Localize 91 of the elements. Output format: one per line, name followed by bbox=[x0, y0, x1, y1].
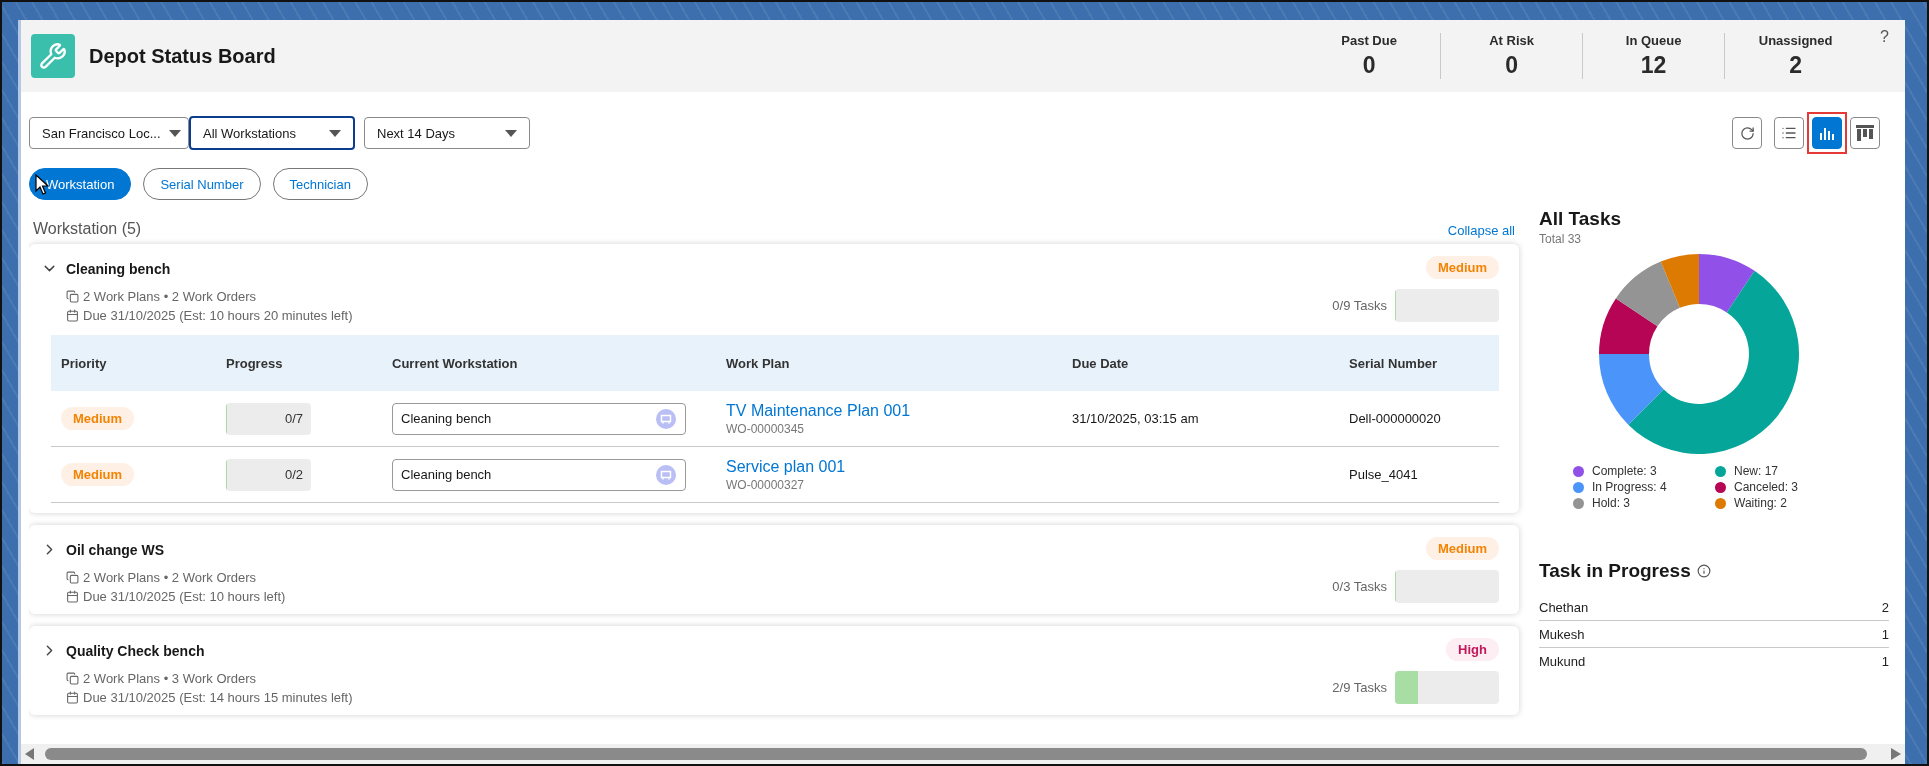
task-count: 0/3 Tasks bbox=[1332, 579, 1387, 594]
task-count: 0/9 Tasks bbox=[1332, 298, 1387, 313]
technician-name: Chethan bbox=[1539, 600, 1589, 615]
info-icon[interactable] bbox=[1696, 564, 1711, 578]
help-link[interactable]: ? bbox=[1880, 28, 1889, 46]
scroll-left-icon[interactable] bbox=[25, 748, 35, 760]
task-count: 1 bbox=[1881, 654, 1889, 669]
scroll-right-icon[interactable] bbox=[1891, 748, 1901, 760]
legend-label: Waiting: 2 bbox=[1734, 496, 1787, 510]
serial-number-cell-text: Pulse_4041 bbox=[1349, 467, 1419, 482]
view-toggle-button[interactable] bbox=[1774, 117, 1804, 149]
column-header: Current Workstation bbox=[392, 355, 519, 371]
priority-badge: Medium bbox=[61, 407, 135, 430]
serial-number-cell-text: Dell-000000020 bbox=[1349, 411, 1442, 426]
stat-label: Unassigned bbox=[1758, 33, 1833, 48]
column-header: Serial Number bbox=[1349, 355, 1439, 371]
group-by-chip[interactable]: Serial Number bbox=[143, 168, 261, 200]
workstation-icon bbox=[656, 408, 676, 429]
column-header: Progress bbox=[226, 355, 284, 371]
documents-icon bbox=[66, 290, 79, 303]
column-header: Due Date bbox=[1072, 355, 1130, 371]
due-text: Due 31/10/2025 (Est: 10 hours 20 minutes left) bbox=[83, 308, 353, 323]
group-by-chip[interactable]: Technician bbox=[272, 168, 368, 200]
workstation-name: Quality Check bench bbox=[66, 642, 205, 659]
legend-label: New: 17 bbox=[1734, 464, 1779, 478]
refresh-icon bbox=[1739, 125, 1755, 141]
list-icon bbox=[1781, 125, 1797, 141]
stat-label: At Risk bbox=[1489, 33, 1534, 48]
filter-dropdown[interactable]: All Workstations bbox=[189, 116, 355, 150]
stat-label: In Queue bbox=[1625, 33, 1682, 48]
task-count: 2/9 Tasks bbox=[1332, 680, 1387, 695]
section-title: Workstation (5) bbox=[33, 220, 142, 238]
workstation-field[interactable]: Cleaning bench bbox=[392, 402, 686, 435]
stat-value: 0 bbox=[1362, 52, 1376, 79]
workstation-field[interactable]: Cleaning bench bbox=[392, 458, 686, 491]
work-summary: 2 Work Plans • 3 Work Orders bbox=[83, 671, 257, 686]
work-plan-link[interactable]: TV Maintenance Plan 001 bbox=[726, 401, 1072, 420]
progress-text: 0/7 bbox=[284, 411, 304, 426]
due-date-cell-text: 31/10/2025, 03:15 am bbox=[1072, 411, 1200, 426]
due-text: Due 31/10/2025 (Est: 10 hours left) bbox=[83, 589, 286, 604]
stat-value: 0 bbox=[1505, 52, 1518, 79]
columns-icon bbox=[1856, 125, 1874, 141]
legend-label: Hold: 3 bbox=[1592, 496, 1631, 510]
work-summary: 2 Work Plans • 2 Work Orders bbox=[83, 289, 257, 304]
wrench-icon bbox=[31, 34, 75, 78]
task-count: 1 bbox=[1881, 627, 1889, 642]
work-plan-link[interactable]: Service plan 001 bbox=[726, 457, 1072, 476]
priority-badge: Medium bbox=[1425, 256, 1499, 279]
due-text: Due 31/10/2025 (Est: 14 hours 15 minutes left) bbox=[83, 690, 353, 705]
stat-label: Past Due bbox=[1341, 33, 1397, 48]
collapse-all-link[interactable]: Collapse all bbox=[1447, 223, 1515, 238]
legend-label: Canceled: 3 bbox=[1734, 480, 1799, 494]
workstation-icon bbox=[656, 464, 676, 485]
workstation-name: Oil change WS bbox=[66, 541, 164, 558]
legend-label: Complete: 3 bbox=[1592, 464, 1657, 478]
technician-name: Mukund bbox=[1539, 654, 1586, 669]
stat-value: 2 bbox=[1789, 52, 1802, 79]
priority-badge: Medium bbox=[1425, 537, 1499, 560]
view-toggle-button[interactable] bbox=[1732, 117, 1762, 149]
page-title: Depot Status Board bbox=[89, 44, 277, 68]
scrollbar-thumb[interactable] bbox=[45, 748, 1867, 760]
technician-name: Mukesh bbox=[1539, 627, 1585, 642]
priority-badge: Medium bbox=[61, 463, 135, 486]
group-by-chip[interactable]: Workstation bbox=[29, 168, 132, 200]
calendar-icon bbox=[66, 309, 79, 322]
calendar-icon bbox=[66, 590, 79, 603]
documents-icon bbox=[66, 571, 79, 584]
calendar-icon bbox=[66, 691, 79, 704]
column-header: Work Plan bbox=[726, 355, 791, 371]
filter-dropdown[interactable]: San Francisco Loc... bbox=[29, 117, 189, 149]
work-summary: 2 Work Plans • 2 Work Orders bbox=[83, 570, 257, 585]
documents-icon bbox=[66, 672, 79, 685]
workstation-name: Cleaning bench bbox=[66, 260, 171, 277]
work-order-number: WO-00000345 bbox=[726, 421, 806, 436]
caret-icon bbox=[329, 129, 341, 137]
priority-badge: High bbox=[1446, 638, 1499, 661]
view-toggle-button[interactable] bbox=[1850, 117, 1880, 149]
panel-title: Task in Progress bbox=[1539, 560, 1691, 582]
task-count: 2 bbox=[1881, 600, 1889, 615]
caret-icon bbox=[505, 129, 517, 137]
stat-value: 12 bbox=[1640, 52, 1667, 79]
column-header: Priority bbox=[61, 355, 108, 371]
panel-title: All Tasks bbox=[1539, 208, 1623, 230]
horizontal-scrollbar[interactable] bbox=[21, 744, 1905, 764]
total-count: Total 33 bbox=[1539, 232, 1583, 246]
caret-icon bbox=[168, 129, 181, 137]
bar-chart-icon bbox=[1819, 125, 1835, 141]
legend-label: In Progress: 4 bbox=[1592, 480, 1667, 494]
progress-text: 0/2 bbox=[284, 467, 304, 482]
work-order-number: WO-00000327 bbox=[726, 477, 806, 492]
filter-dropdown[interactable]: Next 14 Days bbox=[364, 117, 530, 149]
